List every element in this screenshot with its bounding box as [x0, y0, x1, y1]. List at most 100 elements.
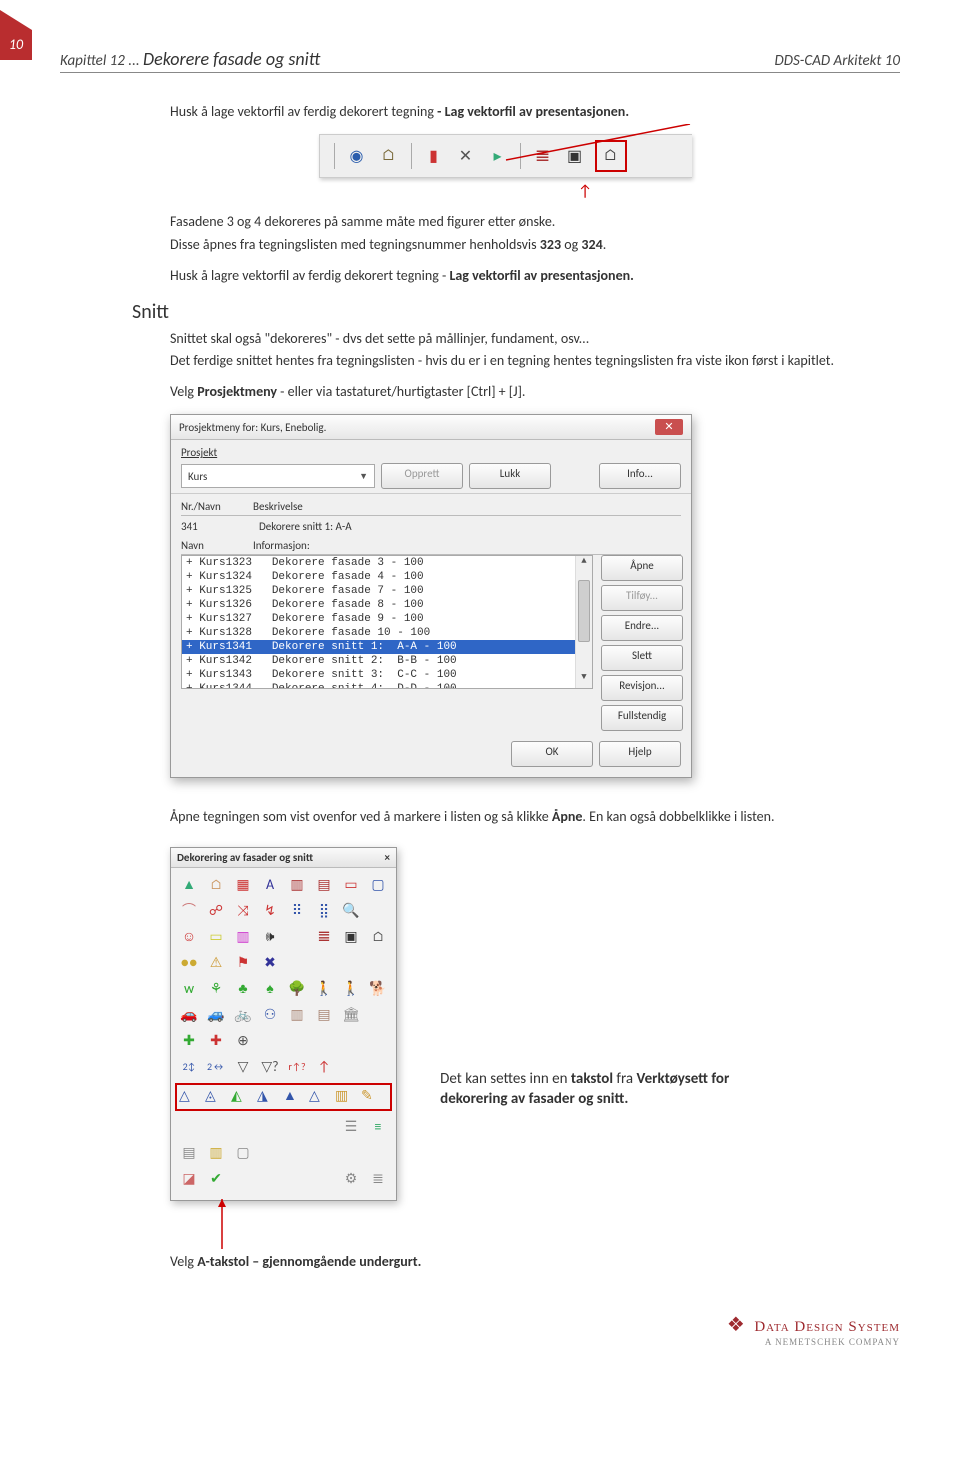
apne-button[interactable]: Åpne: [601, 555, 683, 581]
plus-icon[interactable]: ⊕: [231, 1028, 255, 1052]
check-icon[interactable]: ✔: [204, 1166, 228, 1190]
dim21-icon[interactable]: 2↕: [177, 1054, 201, 1078]
truss-f-icon[interactable]: △: [309, 1087, 331, 1107]
drawing-list[interactable]: + Kurs1323 Dekorere fasade 3 - 100 + Kur…: [181, 555, 593, 689]
list-item[interactable]: + Kurs1325 Dekorere fasade 7 - 100: [182, 584, 592, 598]
bike-icon[interactable]: 🚲: [231, 1002, 255, 1026]
list-item[interactable]: + Kurs1327 Dekorere fasade 9 - 100: [182, 612, 592, 626]
list-item[interactable]: + Kurs1326 Dekorere fasade 8 - 100: [182, 598, 592, 612]
pencil-icon[interactable]: ✎: [361, 1087, 383, 1107]
scroll-down-icon[interactable]: ▼: [576, 672, 592, 688]
list-item[interactable]: + Kurs1323 Dekorere fasade 3 - 100: [182, 556, 592, 570]
dots-icon[interactable]: ⣿: [312, 898, 336, 922]
dog-icon[interactable]: 🐕: [366, 976, 390, 1000]
cross-icon[interactable]: ✖: [258, 950, 282, 974]
target-icon[interactable]: ▣: [339, 924, 363, 948]
hjelp-button[interactable]: Hjelp: [599, 741, 681, 767]
man-icon[interactable]: 🚶: [312, 976, 336, 1000]
chapter-title: Dekorere fasade og snitt: [143, 48, 320, 70]
paragraph: Husk å lagre vektorfil av ferdig dekorer…: [170, 267, 840, 286]
pine-icon[interactable]: ♠: [258, 976, 282, 1000]
fence-icon[interactable]: 𝌆: [312, 924, 336, 948]
list-item[interactable]: + Kurs1343 Dekorere snitt 3: C-C - 100: [182, 668, 592, 682]
opprett-button[interactable]: Opprett: [381, 463, 463, 489]
gear2-icon[interactable]: ⚙: [339, 1166, 363, 1190]
flag-icon[interactable]: ▭: [339, 872, 363, 896]
card-icon[interactable]: ▭: [204, 924, 228, 948]
grid-icon[interactable]: ▦: [231, 872, 255, 896]
truss-b-icon[interactable]: ◬: [205, 1087, 227, 1107]
level2-icon[interactable]: ▽?: [258, 1054, 282, 1078]
feet-icon[interactable]: ●●: [177, 950, 201, 974]
list-item[interactable]: + Kurs1342 Dekorere snitt 2: B-B - 100: [182, 654, 592, 668]
slett-button[interactable]: Slett: [601, 645, 683, 671]
city-icon[interactable]: 🏛: [339, 1002, 363, 1026]
project-menu-dialog: Prosjektmeny for: Kurs, Enebolig. ✕ Pros…: [170, 414, 692, 778]
triangle-icon[interactable]: ⚠: [204, 950, 228, 974]
chart-icon[interactable]: ▥: [231, 924, 255, 948]
truss-c-icon[interactable]: ◭: [231, 1087, 253, 1107]
tree2-icon[interactable]: 🌳: [285, 976, 309, 1000]
speaker-icon[interactable]: 🕪: [258, 924, 282, 948]
close-button[interactable]: ✕: [655, 419, 683, 435]
woman-icon[interactable]: 🚶: [339, 976, 363, 1000]
clipboard-icon[interactable]: ▤: [177, 1140, 201, 1164]
truss-a-icon[interactable]: △: [179, 1087, 201, 1107]
project-dropdown[interactable]: Kurs ▼: [181, 464, 375, 488]
plus-red-icon[interactable]: ✚: [204, 1028, 228, 1052]
doc-icon[interactable]: ▥: [204, 1140, 228, 1164]
list-item-selected[interactable]: + Kurs1341 Dekorere snitt 1: A-A - 100: [182, 640, 592, 654]
tilfoy-button[interactable]: Tilføy...: [601, 585, 683, 611]
text-icon[interactable]: A: [258, 872, 282, 896]
level-icon[interactable]: ▽: [231, 1054, 255, 1078]
person-icon[interactable]: ☺: [177, 924, 201, 948]
scrollbar-thumb[interactable]: [578, 580, 590, 642]
search-icon[interactable]: 🔍: [339, 898, 363, 922]
wall-icon[interactable]: ▤: [312, 1002, 336, 1026]
scroll-up-icon[interactable]: ▲: [576, 556, 592, 572]
ok-button[interactable]: OK: [511, 741, 593, 767]
window2-icon[interactable]: ▤: [312, 872, 336, 896]
eraser-icon[interactable]: ◪: [177, 1166, 201, 1190]
text-bold: Åpne: [552, 808, 583, 825]
bush-icon[interactable]: ⚘: [204, 976, 228, 1000]
scrollbar[interactable]: ▲ ▼: [575, 556, 592, 688]
list-item[interactable]: + Kurs1324 Dekorere fasade 4 - 100: [182, 570, 592, 584]
poly-icon[interactable]: ☍: [204, 898, 228, 922]
fullstendig-button[interactable]: Fullstendig: [601, 705, 683, 731]
list-item[interactable]: + Kurs1328 Dekorere fasade 10 - 100: [182, 626, 592, 640]
lines-icon[interactable]: ≡: [366, 1114, 390, 1138]
path-icon[interactable]: ↯: [258, 898, 282, 922]
flag2-icon[interactable]: ⚑: [231, 950, 255, 974]
endre-button[interactable]: Endre...: [601, 615, 683, 641]
window-icon[interactable]: ▥: [285, 872, 309, 896]
arrow-icon[interactable]: ↑: [312, 1054, 336, 1078]
settings-icon[interactable]: ≣: [366, 1166, 390, 1190]
info-button[interactable]: Info...: [599, 463, 681, 489]
monitor-icon[interactable]: ▢: [366, 872, 390, 896]
stroller-icon[interactable]: ⚇: [258, 1002, 282, 1026]
arrows-icon[interactable]: ⤨: [231, 898, 255, 922]
dashes-icon[interactable]: ⠿: [285, 898, 309, 922]
truss-d-icon[interactable]: ◮: [257, 1087, 279, 1107]
lukk-button[interactable]: Lukk: [469, 463, 551, 489]
truss-g-icon[interactable]: ▥: [335, 1087, 357, 1107]
home-icon[interactable]: ⌂: [366, 924, 390, 948]
grass-icon[interactable]: ᴡ: [177, 976, 201, 1000]
truss-e-icon[interactable]: ▲: [283, 1087, 305, 1107]
terrain-icon[interactable]: ▲: [177, 872, 201, 896]
page-icon[interactable]: ▢: [231, 1140, 255, 1164]
stack-icon[interactable]: ☰: [339, 1114, 363, 1138]
dim24-icon[interactable]: 2↔: [204, 1054, 228, 1078]
close-icon[interactable]: ×: [385, 851, 390, 864]
arc-icon[interactable]: ⌒: [177, 898, 201, 922]
car-icon[interactable]: 🚗: [177, 1002, 201, 1026]
car2-icon[interactable]: 🚙: [204, 1002, 228, 1026]
plus-green-icon[interactable]: ✚: [177, 1028, 201, 1052]
building-icon[interactable]: ▥: [285, 1002, 309, 1026]
rt-icon[interactable]: r↑?: [285, 1054, 309, 1078]
revisjon-button[interactable]: Revisjon...: [601, 675, 683, 701]
list-item[interactable]: + Kurs1344 Dekorere snitt 4: D-D - 100: [182, 682, 592, 689]
tree-icon[interactable]: ♣: [231, 976, 255, 1000]
house-icon[interactable]: ⌂: [204, 872, 228, 896]
